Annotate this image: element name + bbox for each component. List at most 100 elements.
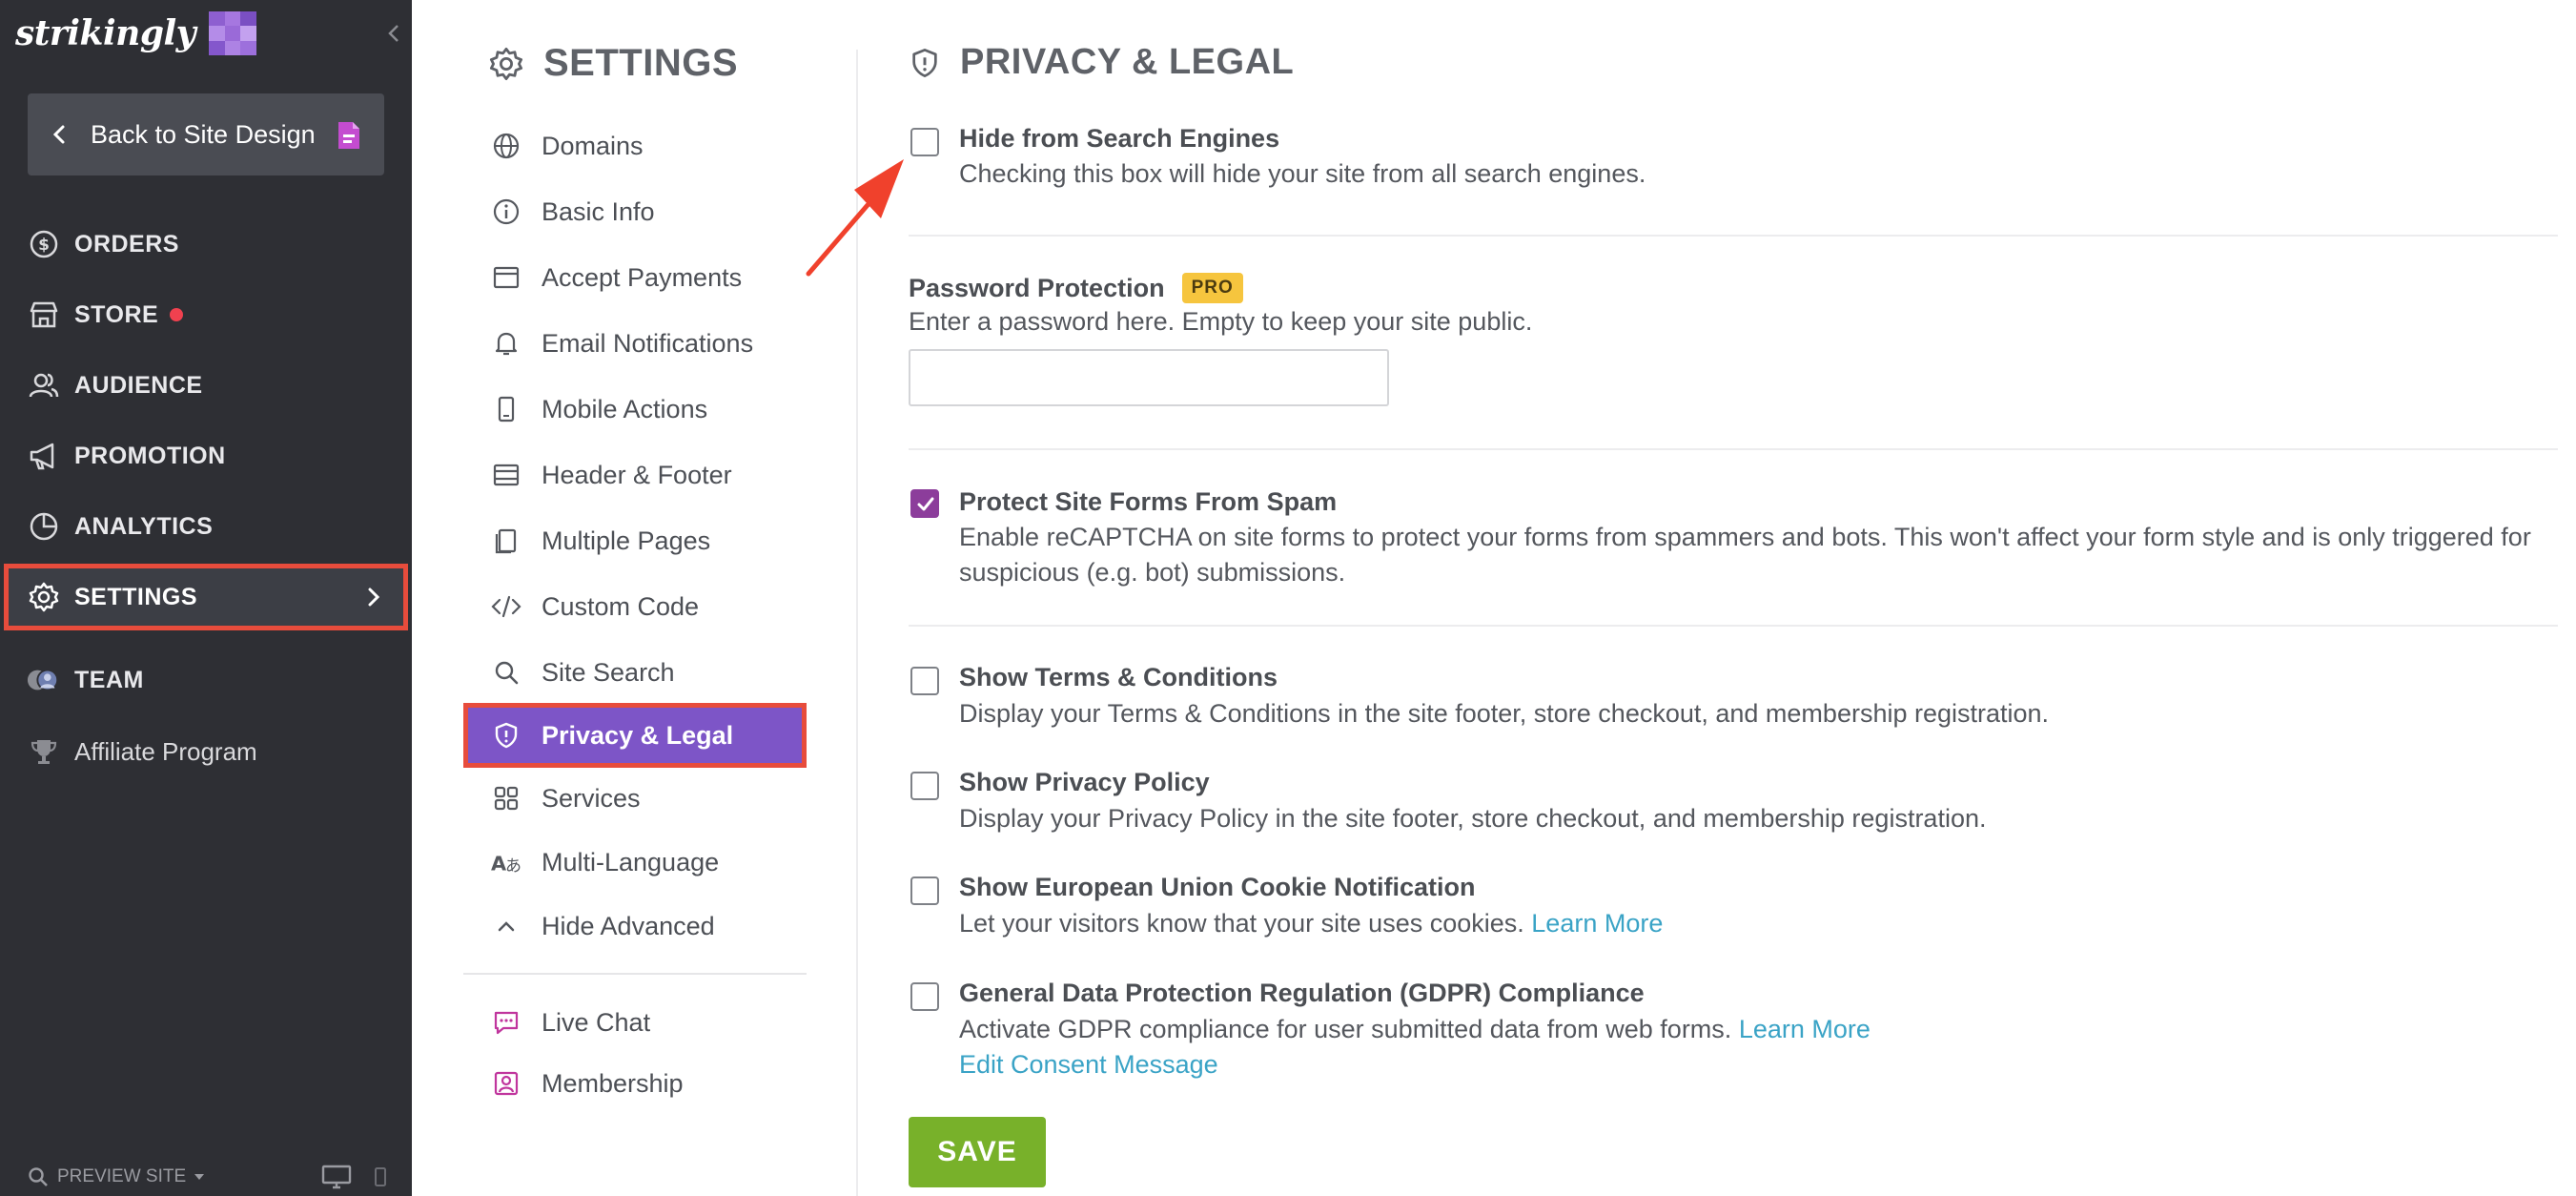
gdpr-title: General Data Protection Regulation (GDPR… — [959, 979, 1645, 1007]
cookie-learn-more-link[interactable]: Learn More — [1531, 909, 1663, 938]
megaphone-icon — [27, 439, 61, 473]
divider — [909, 625, 2558, 627]
nav-item-label: Live Chat — [542, 1007, 651, 1037]
sidebar-item-store[interactable]: STORE — [0, 281, 412, 348]
sidebar-item-label: Affiliate Program — [74, 736, 257, 766]
pro-badge: PRO — [1181, 273, 1243, 303]
sidebar-item-label: SETTINGS — [74, 583, 198, 610]
back-to-site-design-button[interactable]: Back to Site Design — [28, 93, 384, 175]
search-icon — [29, 1167, 48, 1186]
nav-item-label: Services — [542, 783, 641, 813]
code-icon — [490, 590, 522, 623]
pages-icon — [490, 525, 522, 557]
store-icon — [27, 298, 61, 332]
shield-icon — [912, 48, 937, 77]
brand[interactable]: strikingly — [15, 10, 257, 57]
nav-item-membership[interactable]: Membership — [463, 1051, 807, 1116]
sidebar-item-affiliate-program[interactable]: Affiliate Program — [0, 718, 412, 785]
nav-item-services[interactable]: Services — [463, 766, 807, 831]
brand-logo-icon — [209, 11, 257, 55]
checkmark-icon — [917, 497, 934, 511]
gear-icon — [489, 47, 523, 80]
password-label-text: Password Protection — [909, 273, 1165, 302]
back-label: Back to Site Design — [91, 119, 316, 149]
pie-chart-icon — [27, 509, 61, 544]
preview-site-link[interactable]: PREVIEW SITE — [57, 1166, 186, 1187]
sidebar-item-orders[interactable]: $ ORDERS — [0, 211, 412, 278]
hide-search-title: Hide from Search Engines — [959, 124, 1280, 153]
bell-icon — [490, 327, 522, 360]
sidebar-item-label: STORE — [74, 300, 159, 328]
nav-item-label: Multi-Language — [542, 847, 720, 876]
nav-item-label: Privacy & Legal — [542, 720, 734, 750]
privacy-policy-checkbox[interactable] — [910, 772, 939, 800]
nav-item-hide-advanced[interactable]: Hide Advanced — [463, 894, 807, 959]
mobile-icon — [490, 393, 522, 425]
translate-icon: Aあ — [490, 846, 522, 878]
nav-item-multiple-pages[interactable]: Multiple Pages — [463, 508, 807, 573]
page-title-text: PRIVACY & LEGAL — [960, 42, 1295, 82]
chevron-up-icon — [490, 910, 522, 942]
gear-icon — [27, 580, 61, 614]
spam-title: Protect Site Forms From Spam — [959, 487, 1338, 516]
caret-down-icon[interactable] — [192, 1169, 207, 1185]
sidebar-item-label: AUDIENCE — [74, 371, 203, 399]
sidebar-item-analytics[interactable]: ANALYTICS — [0, 493, 412, 560]
password-input[interactable] — [909, 349, 1389, 406]
password-desc: Enter a password here. Empty to keep you… — [909, 307, 1533, 336]
nav-item-label: Multiple Pages — [542, 526, 711, 555]
nav-item-label: Custom Code — [542, 591, 700, 621]
edit-consent-message-link[interactable]: Edit Consent Message — [959, 1050, 1218, 1079]
nav-item-privacy-legal[interactable]: Privacy & Legal — [463, 703, 807, 768]
mobile-icon[interactable] — [373, 1165, 388, 1189]
gdpr-desc-text: Activate GDPR compliance for user submit… — [959, 1015, 1732, 1043]
privacy-policy-title: Show Privacy Policy — [959, 768, 1210, 796]
nav-item-label: Domains — [542, 131, 644, 160]
grid-icon — [490, 782, 522, 815]
settings-nav: SETTINGS Domains Basic Info Accept Payme… — [463, 0, 858, 1196]
payment-card-icon — [490, 261, 522, 294]
nav-item-label: Mobile Actions — [542, 394, 708, 423]
nav-item-mobile-actions[interactable]: Mobile Actions — [463, 377, 807, 442]
cookie-desc-text: Let your visitors know that your site us… — [959, 909, 1524, 938]
cookie-notification-checkbox[interactable] — [910, 876, 939, 905]
cookie-desc: Let your visitors know that your site us… — [959, 906, 2561, 941]
nav-item-multi-language[interactable]: Aあ Multi-Language — [463, 830, 807, 895]
trophy-icon — [27, 734, 61, 769]
nav-item-label: Hide Advanced — [542, 911, 715, 940]
info-icon — [490, 196, 522, 228]
sidebar-item-label: TEAM — [74, 666, 144, 693]
nav-item-site-search[interactable]: Site Search — [463, 640, 807, 705]
gdpr-learn-more-link[interactable]: Learn More — [1739, 1015, 1871, 1043]
notification-dot — [170, 308, 184, 321]
member-icon — [490, 1067, 522, 1100]
sidebar-item-promotion[interactable]: PROMOTION — [0, 423, 412, 489]
svg-text:A: A — [491, 853, 506, 876]
nav-item-live-chat[interactable]: Live Chat — [463, 990, 807, 1055]
sidebar-item-settings[interactable]: SETTINGS — [4, 564, 408, 630]
terms-checkbox[interactable] — [910, 667, 939, 695]
nav-item-domains[interactable]: Domains — [463, 113, 807, 178]
svg-text:$: $ — [38, 236, 50, 255]
nav-item-email-notifications[interactable]: Email Notifications — [463, 311, 807, 376]
gdpr-checkbox[interactable] — [910, 982, 939, 1011]
search-icon — [490, 656, 522, 689]
header-footer-icon — [490, 459, 522, 491]
nav-item-label: Membership — [542, 1068, 684, 1098]
desktop-icon[interactable] — [321, 1164, 352, 1190]
nav-item-accept-payments[interactable]: Accept Payments — [463, 245, 807, 310]
chevron-right-icon — [368, 588, 380, 607]
dollar-circle-icon: $ — [27, 227, 61, 261]
collapse-sidebar-icon[interactable] — [379, 19, 408, 48]
save-button[interactable]: SAVE — [909, 1117, 1046, 1187]
spam-protection-checkbox[interactable] — [910, 489, 939, 518]
users-icon — [27, 368, 61, 402]
cookie-title: Show European Union Cookie Notification — [959, 873, 1476, 901]
nav-item-header-footer[interactable]: Header & Footer — [463, 443, 807, 507]
settings-title-text: SETTINGS — [543, 42, 739, 84]
terms-desc: Display your Terms & Conditions in the s… — [959, 699, 2050, 728]
sidebar-item-audience[interactable]: AUDIENCE — [0, 352, 412, 419]
nav-item-custom-code[interactable]: Custom Code — [463, 574, 807, 639]
sidebar-item-team[interactable]: TEAM — [0, 647, 412, 713]
nav-item-basic-info[interactable]: Basic Info — [463, 179, 807, 244]
